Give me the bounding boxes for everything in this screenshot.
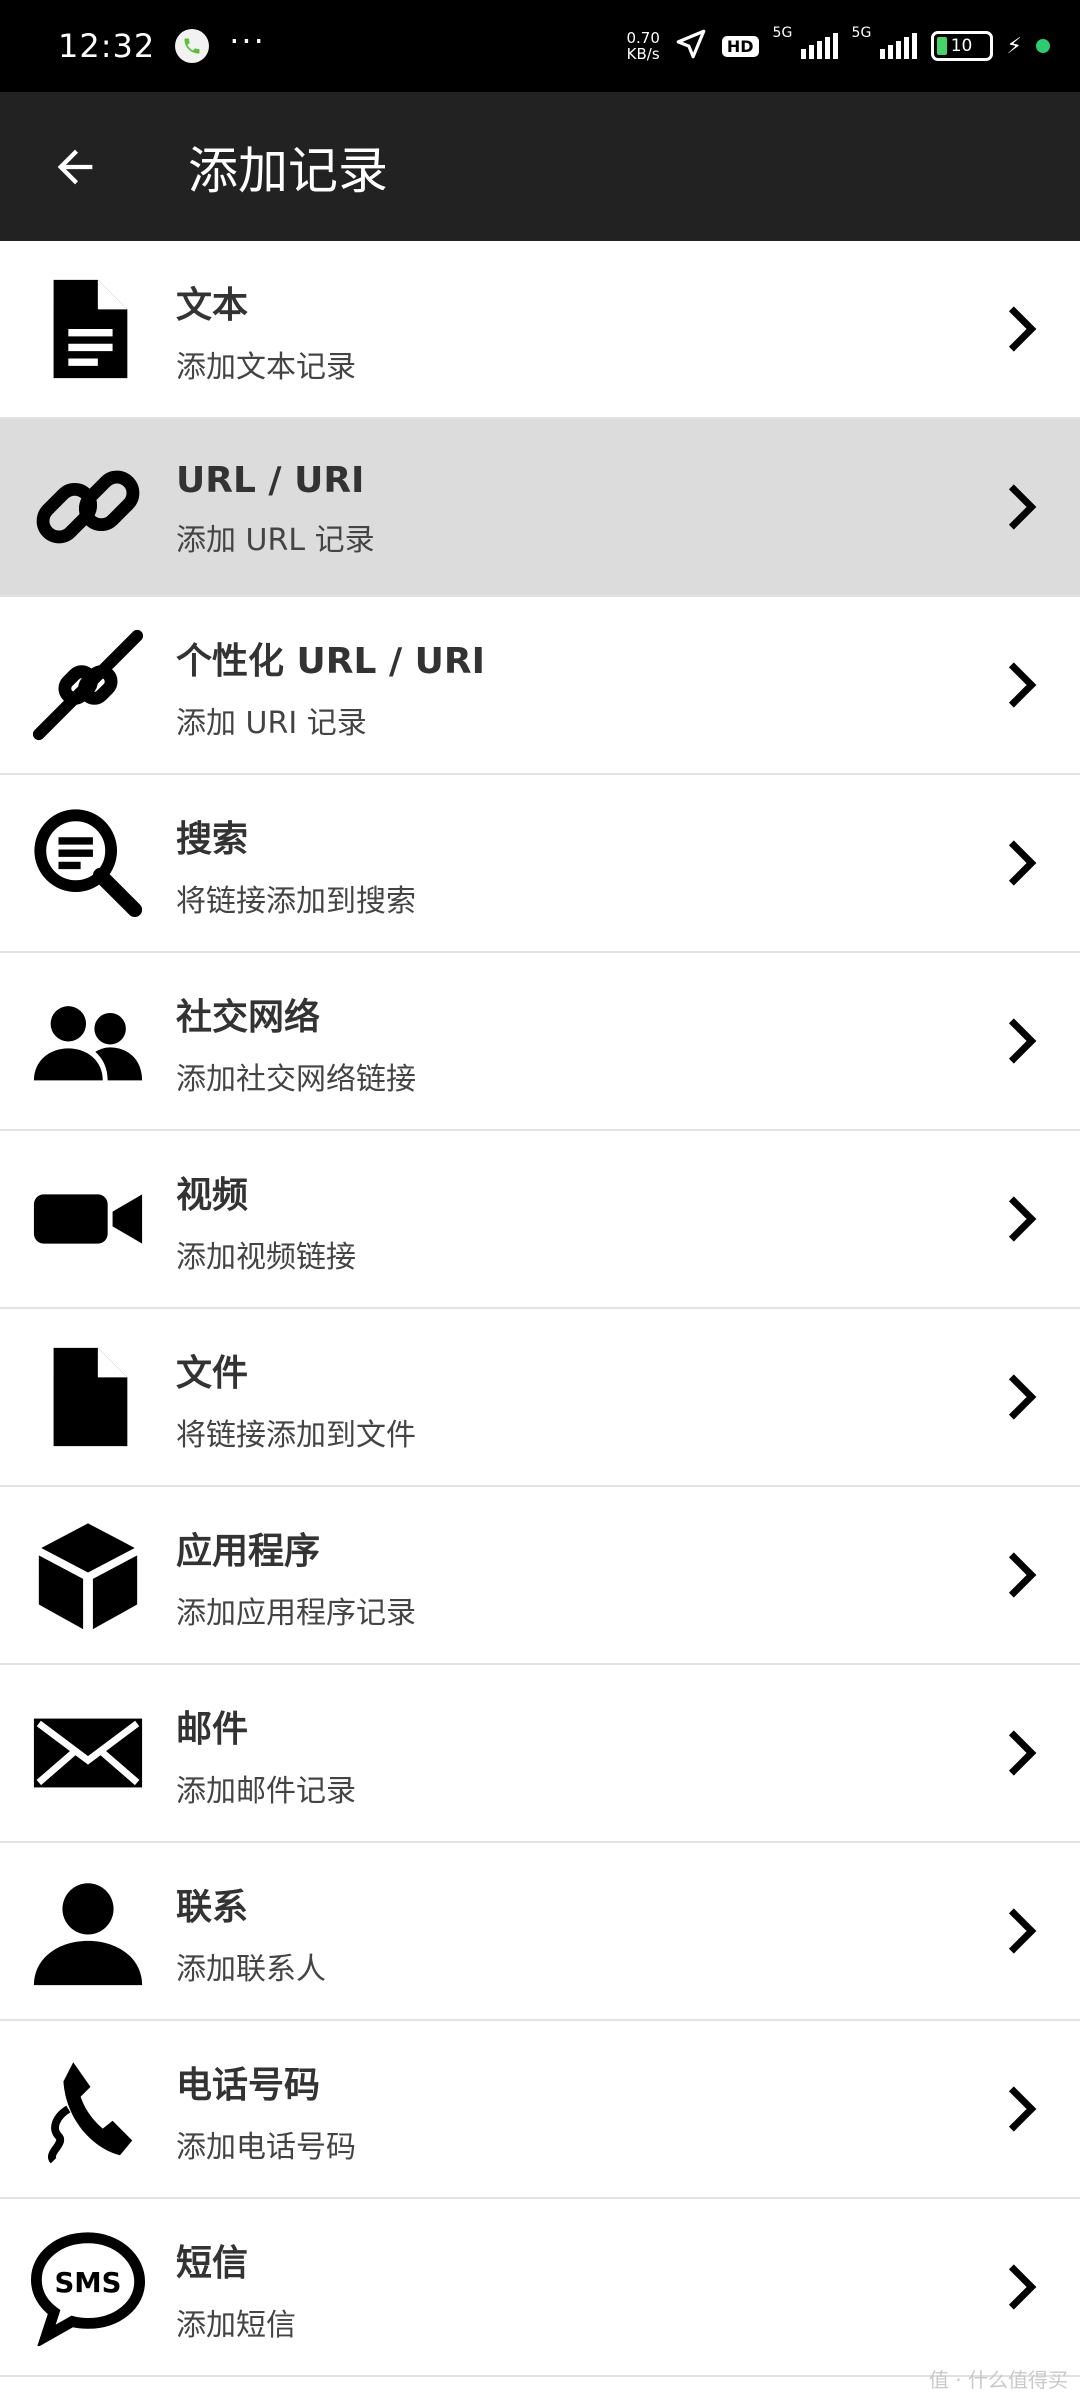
chevron-right-icon [1008, 1730, 1037, 1776]
list-item-custom-url[interactable]: 个性化 URL / URI 添加 URI 记录 [0, 597, 1080, 775]
item-title: 应用程序 [176, 1531, 321, 1572]
item-subtitle: 添加文本记录 [176, 350, 356, 385]
chevron-right-icon [1008, 2264, 1037, 2310]
item-title: 搜索 [176, 819, 249, 860]
location-arrow-icon [674, 27, 708, 65]
chevron-right-icon [1008, 1196, 1037, 1242]
back-button[interactable] [0, 92, 150, 241]
battery-level: 10 [950, 36, 973, 56]
people-icon [33, 1006, 143, 1081]
app-bar: 添加记录 [0, 92, 1080, 241]
chevron-right-icon [1008, 662, 1037, 708]
item-subtitle: 添加电话号码 [176, 2130, 356, 2165]
item-subtitle: 添加 URI 记录 [176, 706, 367, 741]
item-title: URL / URI [176, 459, 365, 501]
item-subtitle: 将链接添加到搜索 [176, 884, 416, 919]
item-title: 个性化 URL / URI [176, 641, 485, 682]
privacy-indicator-dot [1036, 39, 1050, 53]
item-title: 文件 [176, 1353, 249, 1394]
chevron-right-icon [1008, 1374, 1037, 1420]
item-subtitle: 将链接添加到文件 [176, 1418, 416, 1453]
cube-icon [38, 1523, 138, 1630]
mail-icon [33, 1718, 143, 1788]
list-item-contact[interactable]: 联系 添加联系人 [0, 1843, 1080, 2021]
item-subtitle: 添加视频链接 [176, 1240, 356, 1275]
search-icon [34, 809, 143, 918]
page-title: 添加记录 [188, 141, 388, 200]
chevron-right-icon [1008, 1552, 1037, 1598]
more-notifications-icon: ··· [229, 22, 266, 60]
list-item-search[interactable]: 搜索 将链接添加到搜索 [0, 775, 1080, 953]
list-item-sms[interactable]: SMS 短信 添加短信 [0, 2199, 1080, 2377]
battery-icon: 10 [930, 31, 993, 61]
status-time: 12:32 [58, 27, 156, 65]
chevron-right-icon [1008, 1018, 1037, 1064]
signal-strength-2: 5G [852, 25, 917, 59]
chevron-right-icon [1008, 1908, 1037, 1954]
signal1-label: 5G [772, 25, 793, 41]
person-icon [33, 1883, 143, 1986]
phone-icon [48, 2062, 133, 2164]
chevron-right-icon [1008, 2086, 1037, 2132]
net-speed-value: 0.70 [626, 29, 660, 47]
arrow-left-icon [57, 149, 93, 184]
list-item-app[interactable]: 应用程序 添加应用程序记录 [0, 1487, 1080, 1665]
item-title: 短信 [176, 2243, 249, 2284]
watermark: 值 · 什么值得买 [928, 2368, 1068, 2392]
custom-link-icon [32, 629, 144, 741]
link-icon [36, 470, 140, 544]
list-item-text[interactable]: 文本 添加文本记录 [0, 241, 1080, 419]
file-icon [53, 1347, 128, 1447]
signal2-label: 5G [851, 25, 872, 41]
chevron-right-icon [1008, 306, 1037, 352]
list-item-phone[interactable]: 电话号码 添加电话号码 [0, 2021, 1080, 2199]
item-subtitle: 添加邮件记录 [176, 1774, 356, 1809]
video-camera-icon [33, 1194, 143, 1244]
status-bar: 12:32 ··· 0.70 KB/s HD 5G 5G 10 ⚡ [0, 0, 1080, 92]
record-type-list: 文本 添加文本记录 URL / URI 添加 URL 记录 个性化 URL / … [0, 241, 1080, 2377]
item-title: 电话号码 [176, 2065, 321, 2106]
charging-bolt-icon: ⚡ [1006, 33, 1022, 59]
item-title: 联系 [176, 1887, 249, 1928]
chevron-right-icon [1008, 484, 1037, 530]
signal-strength-1: 5G [773, 25, 838, 59]
list-item-social[interactable]: 社交网络 添加社交网络链接 [0, 953, 1080, 1131]
item-subtitle: 添加联系人 [176, 1952, 326, 1987]
network-speed: 0.70 KB/s [626, 30, 659, 62]
list-item-mail[interactable]: 邮件 添加邮件记录 [0, 1665, 1080, 1843]
item-title: 视频 [176, 1175, 249, 1216]
hd-badge: HD [721, 35, 759, 57]
item-subtitle: 添加应用程序记录 [176, 1596, 416, 1631]
list-item-file[interactable]: 文件 将链接添加到文件 [0, 1309, 1080, 1487]
list-item-url[interactable]: URL / URI 添加 URL 记录 [0, 419, 1080, 597]
item-subtitle: 添加短信 [176, 2308, 296, 2343]
svg-text:SMS: SMS [54, 2267, 121, 2299]
sms-icon: SMS [30, 2232, 146, 2346]
chevron-right-icon [1008, 840, 1037, 886]
item-subtitle: 添加社交网络链接 [176, 1062, 416, 1097]
item-title: 邮件 [176, 1709, 249, 1750]
item-title: 文本 [176, 285, 249, 326]
list-item-video[interactable]: 视频 添加视频链接 [0, 1131, 1080, 1309]
net-speed-unit: KB/s [626, 45, 660, 63]
item-title: 社交网络 [176, 997, 321, 1038]
item-subtitle: 添加 URL 记录 [176, 522, 375, 558]
call-icon [175, 29, 210, 63]
document-icon [53, 279, 128, 379]
